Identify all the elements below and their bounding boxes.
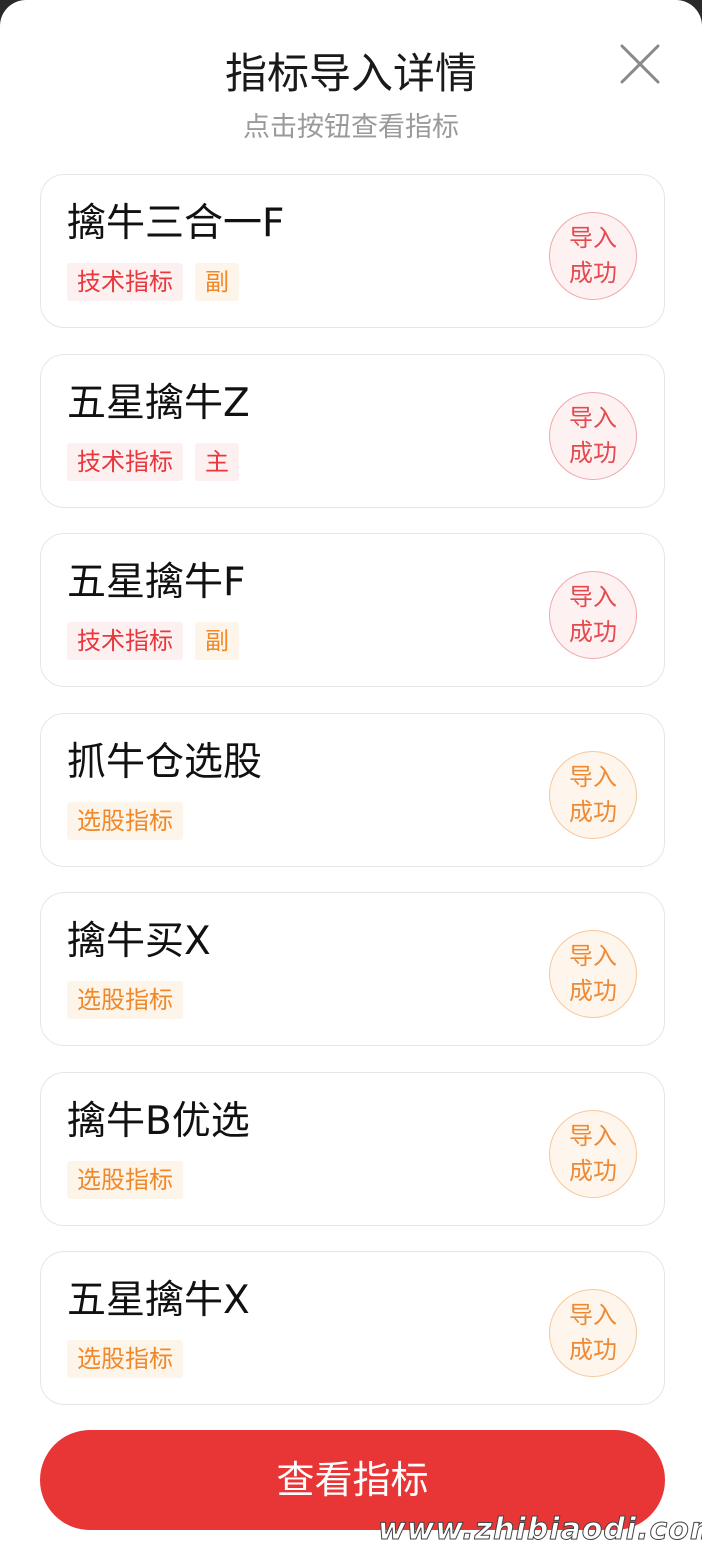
indicator-tag: 选股指标 <box>67 1160 183 1199</box>
badge-line-2: 成功 <box>569 977 617 1005</box>
import-success-badge: 导入 成功 <box>549 930 637 1018</box>
badge-line-2: 成功 <box>569 1156 617 1185</box>
badge-line-1: 导入 <box>569 762 617 791</box>
indicator-tag: 选股指标 <box>67 981 183 1019</box>
indicator-tag: 副 <box>195 263 239 301</box>
import-success-badge: 导入 成功 <box>549 571 637 659</box>
indicator-tags: 选股指标 <box>67 1340 183 1378</box>
indicator-tags: 技术指标副 <box>67 622 239 660</box>
badge-line-1: 导入 <box>569 224 617 252</box>
badge-line-1: 导入 <box>569 583 617 611</box>
badge-line-2: 成功 <box>569 1336 617 1364</box>
indicator-tags: 选股指标 <box>67 801 183 840</box>
indicator-card[interactable]: 擒牛三合一F 技术指标副 导入成功 <box>40 174 665 328</box>
badge-line-1: 导入 <box>569 942 617 970</box>
import-details-dialog: 指标导入详情 点击按钮查看指标 擒牛三合一F 技术指标副导入 成功 五星擒牛Z 技术指标… <box>0 0 702 1568</box>
badge-line-2: 成功 <box>569 438 617 467</box>
dialog-subtitle: 点击按钮查看指标 <box>243 112 459 143</box>
indicator-card[interactable]: 五星擒牛Z 技术指标主 导入成功 <box>40 353 665 508</box>
indicator-name: 五星擒牛F <box>67 560 246 605</box>
badge-line-1: 导入 <box>569 403 617 432</box>
badge-line-2: 成功 <box>569 797 617 826</box>
indicator-card[interactable]: 擒牛买X 选股指标 导入成功 <box>40 892 665 1046</box>
close-button[interactable] <box>614 38 666 90</box>
watermark: www.zhibiaodi.com <box>377 1512 702 1548</box>
indicator-card[interactable]: 五星擒牛F 技术指标副 导入成功 <box>40 533 665 687</box>
close-icon <box>620 44 660 84</box>
indicator-tag: 选股指标 <box>67 801 183 840</box>
indicator-tags: 选股指标 <box>67 1160 183 1199</box>
indicator-card[interactable]: 抓牛仓选股选股指标 导入成功 <box>40 712 665 867</box>
badge-line-1: 导入 <box>569 1121 617 1150</box>
dialog-title: 指标导入详情 <box>224 49 477 98</box>
badge-line-2: 成功 <box>569 618 617 646</box>
indicator-name: 擒牛B优选 <box>67 1098 250 1144</box>
import-success-badge: 导入 成功 <box>549 212 637 300</box>
badge-line-2: 成功 <box>569 259 617 287</box>
import-success-badge: 导入 成功 <box>549 750 637 839</box>
indicator-name: 五星擒牛X <box>67 1278 250 1323</box>
indicator-name: 抓牛仓选股 <box>67 739 263 785</box>
indicator-tags: 技术指标主 <box>67 442 239 481</box>
import-success-badge: 导入 成功 <box>549 1109 637 1198</box>
indicator-name: 五星擒牛Z <box>67 380 250 426</box>
indicator-card[interactable]: 五星擒牛X 选股指标 导入成功 <box>40 1251 665 1405</box>
indicator-tag: 选股指标 <box>67 1340 183 1378</box>
badge-line-1: 导入 <box>569 1301 617 1329</box>
indicator-tag: 技术指标 <box>67 263 183 301</box>
indicator-card[interactable]: 擒牛B优选选股指标 导入成功 <box>40 1071 665 1226</box>
indicator-tag: 主 <box>195 442 239 481</box>
indicator-tags: 技术指标副 <box>67 263 239 301</box>
indicator-name: 擒牛三合一F <box>67 201 285 246</box>
import-success-badge: 导入 成功 <box>549 1289 637 1377</box>
indicator-tag: 技术指标 <box>67 622 183 660</box>
import-success-badge: 导入 成功 <box>549 391 637 480</box>
indicator-tag: 技术指标 <box>67 442 183 481</box>
indicator-list: 擒牛三合一F 技术指标副导入 成功 五星擒牛Z 技术指标主导入 成功 五星擒牛F 技术指标副导… <box>40 174 665 1431</box>
indicator-tags: 选股指标 <box>67 981 183 1019</box>
indicator-tag: 副 <box>195 622 239 660</box>
indicator-name: 擒牛买X <box>67 919 211 964</box>
